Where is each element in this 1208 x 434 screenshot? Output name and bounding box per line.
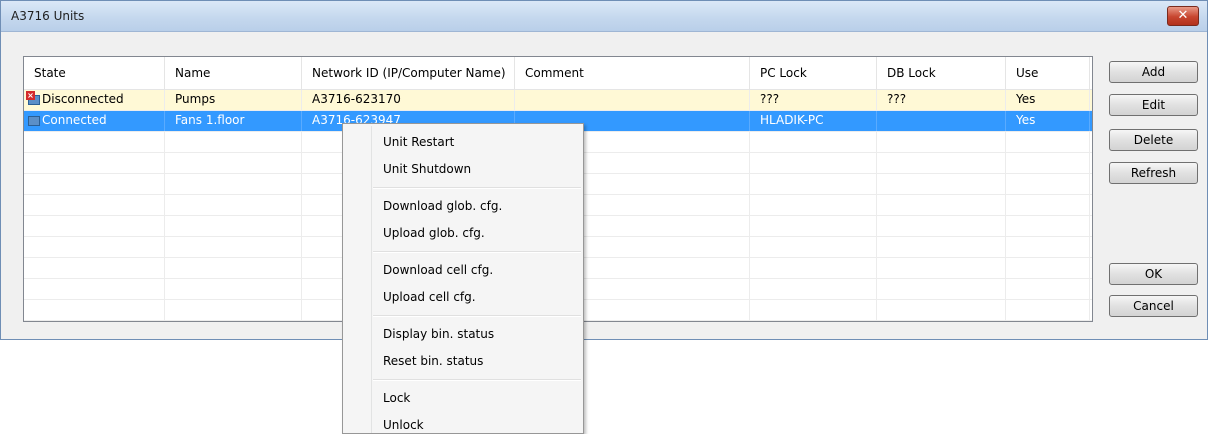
db-lock-cell: [877, 111, 1006, 131]
table-row[interactable]: × Disconnected Pumps A3716-623170 ??? ???…: [24, 90, 1092, 111]
title-bar[interactable]: A3716 Units ✕: [1, 1, 1207, 32]
network-id-cell: A3716-623170: [302, 90, 515, 110]
name-cell: Pumps: [165, 90, 302, 110]
window-title: A3716 Units: [11, 9, 85, 23]
menu-item-download-glob-cfg[interactable]: Download glob. cfg.: [383, 197, 573, 215]
context-menu: Unit Restart Unit Shutdown Download glob…: [342, 123, 584, 434]
column-header-state[interactable]: State: [24, 57, 165, 89]
menu-item-display-bin-status[interactable]: Display bin. status: [383, 325, 573, 343]
menu-item-reset-bin-status[interactable]: Reset bin. status: [383, 352, 573, 370]
state-cell: × Disconnected: [24, 90, 165, 110]
use-cell: Yes: [1006, 111, 1090, 131]
connected-pc-icon: [27, 114, 41, 127]
column-header-pc-lock[interactable]: PC Lock: [750, 57, 877, 89]
disconnected-pc-icon: ×: [26, 91, 41, 106]
list-header: State Name Network ID (IP/Computer Name)…: [24, 57, 1092, 90]
menu-item-upload-cell-cfg[interactable]: Upload cell cfg.: [383, 288, 573, 306]
close-button[interactable]: ✕: [1167, 6, 1199, 26]
column-header-comment[interactable]: Comment: [515, 57, 750, 89]
menu-item-download-cell-cfg[interactable]: Download cell cfg.: [383, 261, 573, 279]
db-lock-cell: ???: [877, 90, 1006, 110]
column-header-name[interactable]: Name: [165, 57, 302, 89]
state-cell: Connected: [24, 111, 165, 131]
column-header-network-id[interactable]: Network ID (IP/Computer Name): [302, 57, 515, 89]
state-text: Disconnected: [42, 92, 124, 106]
comment-cell: [515, 90, 750, 110]
menu-separator: [373, 379, 581, 381]
ok-button[interactable]: OK: [1109, 263, 1198, 285]
menu-item-lock[interactable]: Lock: [383, 389, 573, 407]
refresh-button[interactable]: Refresh: [1109, 162, 1198, 184]
add-button[interactable]: Add: [1109, 61, 1198, 83]
delete-button[interactable]: Delete: [1109, 129, 1198, 151]
menu-item-unit-shutdown[interactable]: Unit Shutdown: [383, 160, 573, 178]
column-header-use[interactable]: Use: [1006, 57, 1090, 89]
pc-lock-cell: HLADIK-PC: [750, 111, 877, 131]
menu-item-unlock[interactable]: Unlock: [383, 416, 573, 434]
menu-item-unit-restart[interactable]: Unit Restart: [383, 133, 573, 151]
context-menu-gutter: [371, 126, 372, 433]
menu-separator: [373, 251, 581, 253]
menu-separator: [373, 315, 581, 317]
close-icon: ✕: [1177, 8, 1189, 23]
units-dialog: A3716 Units ✕ State Name Network ID (IP/…: [0, 0, 1208, 340]
cancel-button[interactable]: Cancel: [1109, 295, 1198, 317]
edit-button[interactable]: Edit: [1109, 94, 1198, 116]
menu-separator: [373, 187, 581, 189]
pc-lock-cell: ???: [750, 90, 877, 110]
column-header-db-lock[interactable]: DB Lock: [877, 57, 1006, 89]
state-text: Connected: [42, 113, 107, 127]
name-cell: Fans 1.floor: [165, 111, 302, 131]
use-cell: Yes: [1006, 90, 1090, 110]
menu-item-upload-glob-cfg[interactable]: Upload glob. cfg.: [383, 224, 573, 242]
